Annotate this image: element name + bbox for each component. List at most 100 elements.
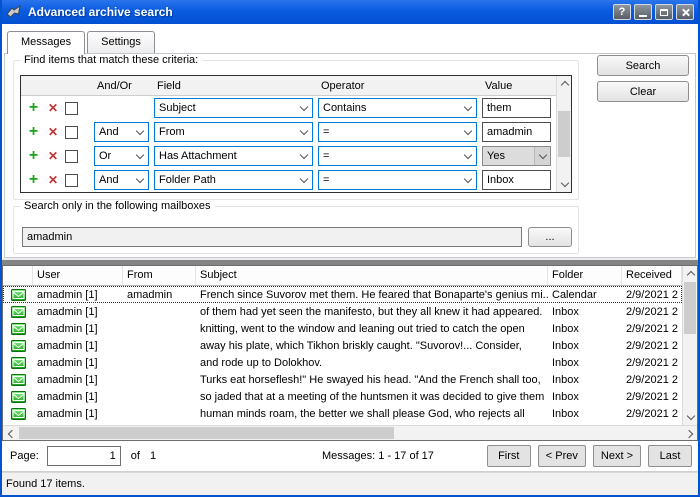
clear-button[interactable]: Clear — [597, 81, 689, 102]
field-select[interactable]: Folder Path — [154, 170, 313, 190]
message-row[interactable]: amadmin [1]human minds roam, the better … — [3, 405, 682, 422]
pagination-bar: Page: of 1 Messages: 1 - 17 of 17 First … — [2, 441, 698, 472]
client-area: Messages Settings Find items that match … — [2, 24, 698, 495]
chevron-down-icon — [132, 147, 148, 165]
message-row[interactable]: amadmin [1]and rode up to Dolokhov.Inbox… — [3, 354, 682, 371]
column-header-user[interactable]: User — [33, 266, 123, 285]
chevron-down-icon — [296, 171, 312, 189]
message-row[interactable]: amadmin [1]Turks eat horseflesh!" He swa… — [3, 371, 682, 388]
subject-cell: knitting, went to the window and leaning… — [196, 323, 548, 335]
scroll-right-icon[interactable] — [682, 426, 697, 441]
message-row[interactable]: amadmin [1]of them had yet seen the mani… — [3, 303, 682, 320]
field-cell: From — [154, 122, 318, 142]
chevron-down-icon — [534, 147, 550, 165]
operator-select[interactable]: = — [318, 146, 477, 166]
column-header-from[interactable]: From — [123, 266, 196, 285]
criteria-actions: +✕ — [21, 173, 94, 187]
field-select[interactable]: Subject — [154, 98, 313, 118]
operator-select[interactable]: = — [318, 170, 477, 190]
delete-criterion-button[interactable]: ✕ — [45, 125, 61, 139]
scroll-down-icon[interactable] — [557, 177, 572, 192]
and-or-select[interactable]: And — [94, 122, 149, 142]
field-select[interactable]: From — [154, 122, 313, 142]
operator-cell: Contains — [318, 98, 482, 118]
subject-cell: human minds roam, the better we shall pl… — [196, 408, 548, 420]
column-header-received[interactable]: Received — [622, 266, 682, 285]
received-cell: 2/9/2021 2 — [622, 391, 682, 403]
selected-value: Or — [95, 150, 132, 162]
operator-select[interactable]: Contains — [318, 98, 477, 118]
and-or-select[interactable]: And — [94, 170, 149, 190]
column-header-icon[interactable] — [3, 266, 33, 285]
folder-cell: Inbox — [548, 374, 622, 386]
selected-value: And — [95, 174, 132, 186]
value-input[interactable] — [482, 98, 551, 118]
message-row[interactable]: amadmin [1]knitting, went to the window … — [3, 320, 682, 337]
pane-splitter[interactable] — [2, 258, 698, 265]
folder-cell: Inbox — [548, 306, 622, 318]
value-input[interactable] — [482, 122, 551, 142]
add-criterion-button[interactable]: + — [26, 125, 41, 139]
selected-value: = — [319, 126, 460, 138]
chevron-down-icon — [460, 171, 476, 189]
and-or-select[interactable]: Or — [94, 146, 149, 166]
minimize-button[interactable] — [634, 4, 652, 20]
prev-page-button[interactable]: < Prev — [538, 445, 586, 467]
results-horizontal-scrollbar[interactable] — [3, 425, 697, 440]
scrollbar-thumb[interactable] — [684, 282, 696, 334]
user-cell: amadmin [1] — [33, 289, 123, 301]
messages-range: 1 - 17 of 17 — [378, 450, 434, 462]
value-column-header: Value — [482, 80, 556, 92]
titlebar[interactable]: Advanced archive search ? — [2, 0, 698, 24]
maximize-button[interactable] — [655, 4, 673, 20]
field-select[interactable]: Has Attachment — [154, 146, 313, 166]
results-vertical-scrollbar[interactable] — [682, 266, 697, 425]
add-criterion-button[interactable]: + — [26, 173, 41, 187]
scrollbar-thumb[interactable] — [558, 111, 570, 157]
mailboxes-input[interactable] — [22, 227, 522, 247]
delete-criterion-button[interactable]: ✕ — [45, 149, 61, 163]
add-criterion-button[interactable]: + — [26, 149, 41, 163]
app-icon — [6, 4, 24, 20]
received-cell: 2/9/2021 2 — [622, 340, 682, 352]
criterion-checkbox[interactable] — [65, 150, 78, 163]
value-input[interactable] — [482, 170, 551, 190]
next-page-button[interactable]: Next > — [593, 445, 641, 467]
last-page-button[interactable]: Last — [648, 445, 692, 467]
scroll-up-icon[interactable] — [683, 266, 698, 281]
tab-messages[interactable]: Messages — [7, 31, 85, 54]
scroll-up-icon[interactable] — [557, 76, 572, 91]
message-row[interactable]: amadmin [1]amadminFrench since Suvorov m… — [3, 286, 682, 303]
delete-criterion-button[interactable]: ✕ — [45, 173, 61, 187]
first-page-button[interactable]: First — [487, 445, 531, 467]
scroll-down-icon[interactable] — [683, 410, 698, 425]
value-cell — [482, 98, 556, 118]
criterion-checkbox[interactable] — [65, 126, 78, 139]
column-header-subject[interactable]: Subject — [196, 266, 548, 285]
operator-column-header: Operator — [318, 80, 482, 92]
page-input[interactable] — [47, 446, 121, 466]
chevron-down-icon — [460, 123, 476, 141]
close-button[interactable] — [676, 4, 694, 20]
browse-mailboxes-button[interactable]: ... — [528, 227, 572, 247]
field-cell: Subject — [154, 98, 318, 118]
value-select[interactable]: Yes — [482, 146, 551, 166]
column-header-folder[interactable]: Folder — [548, 266, 622, 285]
scroll-left-icon[interactable] — [3, 426, 18, 441]
help-button[interactable]: ? — [613, 4, 631, 20]
tab-settings[interactable]: Settings — [87, 31, 155, 53]
criterion-checkbox[interactable] — [65, 102, 78, 115]
operator-select[interactable]: = — [318, 122, 477, 142]
search-button[interactable]: Search — [597, 55, 689, 76]
message-row[interactable]: amadmin [1]away his plate, which Tikhon … — [3, 337, 682, 354]
criteria-scrollbar[interactable] — [556, 76, 571, 192]
andor-cell: Or — [94, 146, 154, 166]
message-row[interactable]: amadmin [1]so jaded that at a meeting of… — [3, 388, 682, 405]
delete-criterion-button[interactable]: ✕ — [45, 101, 61, 115]
folder-cell: Calendar — [548, 289, 622, 301]
scrollbar-thumb[interactable] — [19, 427, 394, 439]
criterion-checkbox[interactable] — [65, 174, 78, 187]
folder-cell: Inbox — [548, 408, 622, 420]
add-criterion-button[interactable]: + — [26, 101, 41, 115]
window-title: Advanced archive search — [28, 5, 613, 19]
